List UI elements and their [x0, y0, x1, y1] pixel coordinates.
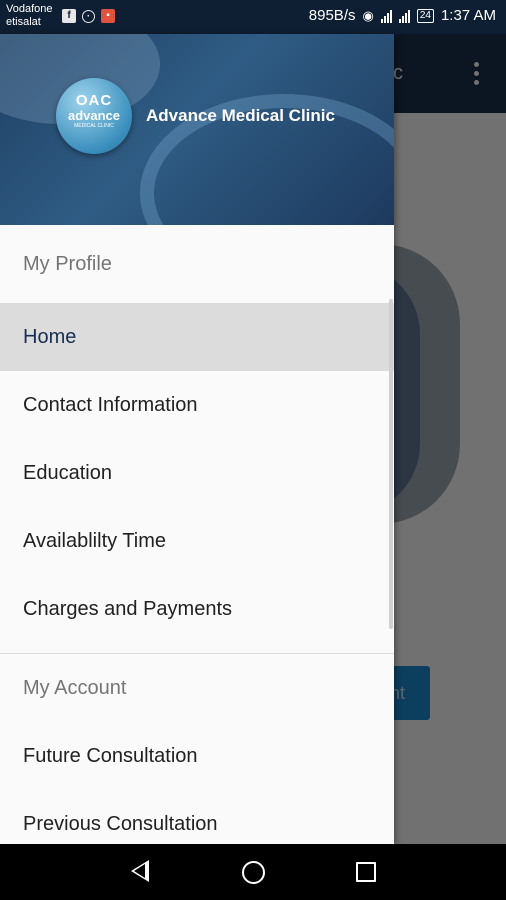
carrier-names: Vodafone etisalat: [6, 3, 53, 29]
drawer-header: OAC advance MEDICAL CLINIC Advance Medic…: [0, 34, 394, 225]
system-navigation-bar: [0, 844, 506, 900]
menu-item-charges-and-payments[interactable]: Charges and Payments: [0, 575, 394, 643]
app-icon: ▪: [101, 9, 115, 23]
menu-item-contact-information[interactable]: Contact Information: [0, 371, 394, 439]
drawer-menu: My Profile Home Contact Information Educ…: [0, 225, 394, 844]
status-bar: Vodafone etisalat f · ▪ 895B/s ◉ 24 1:37…: [0, 0, 506, 34]
menu-item-previous-consultation[interactable]: Previous Consultation: [0, 790, 394, 844]
hotspot-icon: ·: [82, 9, 95, 23]
signal-icon: [398, 9, 410, 23]
menu-item-home[interactable]: Home: [0, 303, 394, 371]
carrier-1: Vodafone: [6, 3, 53, 15]
clock: 1:37 AM: [440, 7, 496, 24]
back-icon[interactable]: [131, 860, 149, 882]
home-icon[interactable]: [242, 861, 265, 884]
battery-icon: 24: [416, 8, 434, 23]
section-header-my-account: My Account: [23, 677, 127, 699]
recent-apps-icon[interactable]: [356, 862, 376, 882]
hotspot-icon: ◉: [362, 7, 374, 23]
menu-item-availability-time[interactable]: Availablilty Time: [0, 507, 394, 575]
clinic-name: Advance Medical Clinic: [146, 106, 335, 125]
logo-mark: OAC: [75, 92, 113, 109]
drawer-scrollbar[interactable]: [389, 299, 393, 629]
signal-4g-icon: [380, 9, 392, 23]
notification-icons: f · ▪: [62, 9, 115, 23]
navigation-drawer: OAC advance MEDICAL CLINIC Advance Medic…: [0, 34, 394, 844]
carrier-2: etisalat: [6, 16, 41, 28]
logo-subtext: MEDICAL CLINIC: [74, 123, 114, 129]
section-header-my-profile: My Profile: [23, 253, 112, 275]
status-right: 895B/s ◉ 24 1:37 AM: [309, 7, 496, 24]
logo-text: advance: [67, 108, 121, 123]
menu-item-education[interactable]: Education: [0, 439, 394, 507]
menu-item-future-consultation[interactable]: Future Consultation: [0, 722, 394, 790]
net-speed: 895B/s: [308, 7, 356, 24]
facebook-icon: f: [62, 9, 76, 23]
clinic-logo: OAC advance MEDICAL CLINIC: [56, 78, 132, 154]
